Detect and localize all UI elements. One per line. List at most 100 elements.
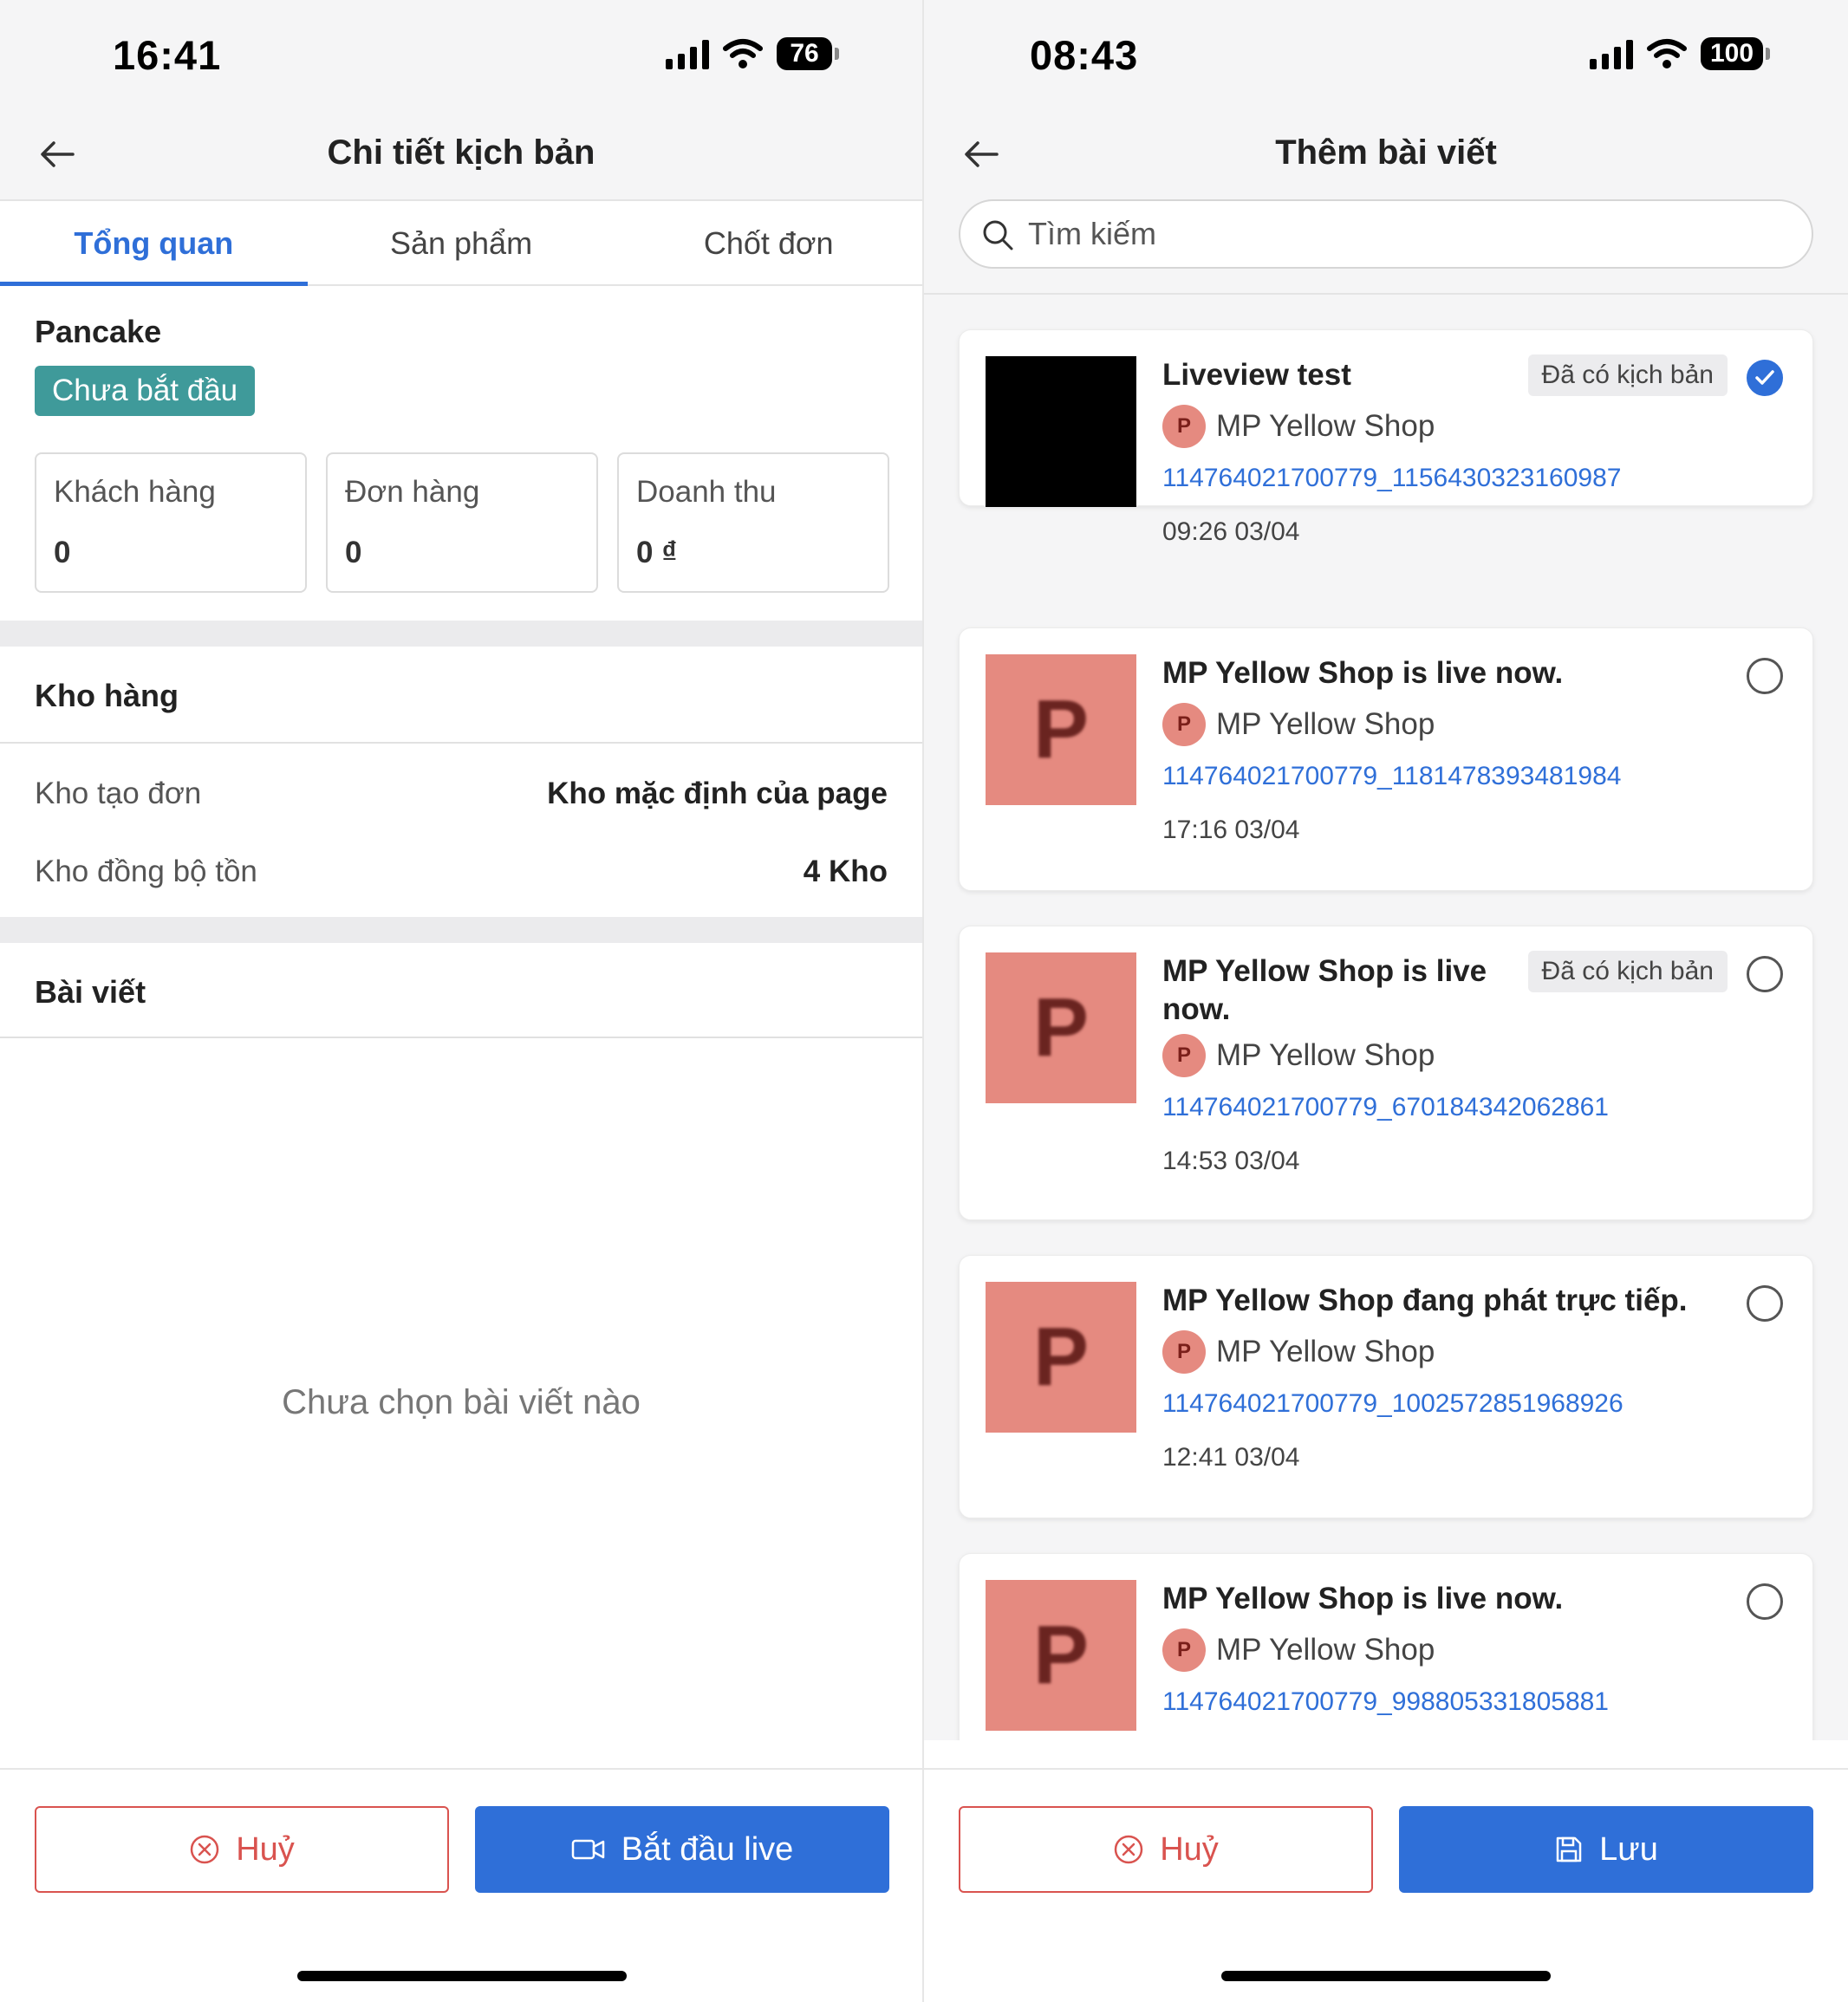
post-time: 14:53 03/04 — [1162, 1147, 1300, 1175]
shop-avatar: P — [1162, 1034, 1206, 1077]
shop-name: MP Yellow Shop — [1216, 1038, 1435, 1072]
post-thumbnail: P — [986, 1282, 1136, 1433]
status-bar: 16:41 76 — [0, 0, 922, 113]
warehouse-title: Kho hàng — [35, 678, 179, 713]
search-bar — [959, 199, 1813, 269]
status-time: 08:43 — [1030, 32, 1139, 78]
select-radio[interactable] — [1747, 360, 1783, 396]
cancel-button[interactable]: Huỷ — [959, 1806, 1373, 1893]
check-icon — [1755, 370, 1774, 385]
post-shop: P MP Yellow Shop — [1162, 703, 1435, 746]
shop-name: MP Yellow Shop — [1216, 707, 1435, 741]
search-input[interactable] — [1028, 211, 1773, 257]
warehouse-sync-row: Kho đồng bộ tồn 4 Kho — [35, 846, 888, 898]
section-divider — [0, 917, 922, 943]
cancel-label: Huỷ — [1160, 1830, 1219, 1868]
select-radio[interactable] — [1747, 1285, 1783, 1322]
post-shop: P MP Yellow Shop — [1162, 405, 1435, 448]
post-id-link[interactable]: 114764021700779_1002572851968926 — [1162, 1389, 1624, 1419]
tab-bar: Tổng quan Sản phẩm Chốt đơn — [0, 199, 922, 286]
row-key: Kho tạo đơn — [35, 777, 202, 810]
stat-revenue: Doanh thu 0 ₫ — [617, 452, 889, 593]
post-title: Liveview test — [1162, 358, 1351, 392]
stat-label: Doanh thu — [636, 475, 777, 509]
battery-icon: 76 — [777, 37, 839, 70]
video-camera-icon — [571, 1839, 604, 1860]
post-time: 17:16 03/04 — [1162, 816, 1300, 844]
tab-products[interactable]: Sản phẩm — [308, 201, 615, 284]
post-thumbnail: P — [986, 654, 1136, 805]
has-script-tag: Đã có kịch bản — [1527, 951, 1728, 992]
select-radio[interactable] — [1747, 956, 1783, 992]
floppy-disk-icon — [1556, 1836, 1582, 1862]
divider — [0, 742, 922, 744]
page-title: Chi tiết kịch bản — [327, 133, 595, 172]
shop-avatar: P — [1162, 703, 1206, 746]
post-title: MP Yellow Shop đang phát trực tiếp. — [1162, 1284, 1688, 1317]
save-button[interactable]: Lưu — [1399, 1806, 1813, 1893]
status-bar: 08:43 100 — [924, 0, 1848, 113]
battery-icon: 100 — [1701, 37, 1770, 70]
select-radio[interactable] — [1747, 1583, 1783, 1620]
shop-avatar: P — [1162, 1628, 1206, 1672]
circle-x-icon — [190, 1835, 219, 1864]
status-icons: 100 — [1590, 36, 1770, 71]
stat-orders: Đơn hàng 0 — [326, 452, 598, 593]
post-shop: P MP Yellow Shop — [1162, 1628, 1435, 1672]
shop-avatar: P — [1162, 405, 1206, 448]
post-card[interactable]: P MP Yellow Shop đang phát trực tiếp. P … — [959, 1255, 1813, 1518]
start-live-label: Bắt đầu live — [621, 1830, 794, 1868]
thumbnail-letter: P — [1032, 1310, 1090, 1403]
stat-customers: Khách hàng 0 — [35, 452, 307, 593]
stat-label: Khách hàng — [54, 475, 216, 509]
post-id-link[interactable]: 114764021700779_998805331805881 — [1162, 1687, 1609, 1717]
has-script-tag: Đã có kịch bản — [1527, 354, 1728, 396]
cancel-label: Huỷ — [236, 1830, 295, 1868]
stat-value: 0 — [54, 536, 71, 569]
post-title: MP Yellow Shop is live now. — [1162, 954, 1487, 1026]
page-name: Pancake — [35, 314, 162, 349]
tab-orders[interactable]: Chốt đơn — [615, 201, 922, 284]
action-footer: Huỷ Bắt đầu live — [0, 1768, 922, 2002]
circle-x-icon — [1114, 1835, 1143, 1864]
post-title: MP Yellow Shop is live now. — [1162, 656, 1564, 690]
post-card[interactable]: Liveview test Đã có kịch bản P MP Yellow… — [959, 329, 1813, 546]
status-badge: Chưa bắt đầu — [35, 366, 256, 416]
signal-icon — [1590, 38, 1633, 69]
shop-name: MP Yellow Shop — [1216, 1335, 1435, 1368]
stat-label: Đơn hàng — [345, 475, 480, 509]
post-id-link[interactable]: 114764021700779_1156430323160987 — [1162, 464, 1621, 493]
select-radio[interactable] — [1747, 658, 1783, 694]
row-value: 4 Kho — [803, 855, 888, 888]
signal-icon — [666, 38, 709, 69]
start-live-button[interactable]: Bắt đầu live — [475, 1806, 889, 1893]
divider — [0, 1037, 922, 1038]
wifi-icon — [1647, 39, 1687, 68]
post-title: MP Yellow Shop is live now. — [1162, 1582, 1564, 1615]
wifi-icon — [723, 39, 763, 68]
section-divider — [0, 621, 922, 647]
row-key: Kho đồng bộ tồn — [35, 855, 257, 888]
post-id-link[interactable]: 114764021700779_1181478393481984 — [1162, 762, 1621, 791]
post-card[interactable]: P MP Yellow Shop is live now. P MP Yello… — [959, 1553, 1813, 1740]
stat-value: 0 ₫ — [636, 536, 678, 569]
thumbnail-letter: P — [1032, 1609, 1090, 1701]
post-thumbnail: P — [986, 1580, 1136, 1731]
add-post-screen: 08:43 100 Thêm bài viết Tìm kiếm Livevie… — [924, 0, 1848, 2002]
post-card[interactable]: P MP Yellow Shop is live now. Đã có kịch… — [959, 926, 1813, 1220]
post-card[interactable]: P MP Yellow Shop is live now. P MP Yello… — [959, 627, 1813, 891]
warehouse-create-row: Kho tạo đơn Kho mặc định của page — [35, 768, 888, 820]
post-id-link[interactable]: 114764021700779_670184342062861 — [1162, 1093, 1609, 1122]
posts-title: Bài viết — [35, 974, 146, 1010]
post-time: 12:41 03/04 — [1162, 1443, 1300, 1472]
cancel-button[interactable]: Huỷ — [35, 1806, 449, 1893]
post-time: 09:26 03/04 — [1162, 517, 1300, 546]
row-value: Kho mặc định của page — [547, 777, 888, 810]
post-thumbnail — [986, 356, 1136, 507]
app-header: Thêm bài viết — [924, 113, 1848, 199]
status-time: 16:41 — [113, 32, 222, 78]
post-list: Liveview test Đã có kịch bản P MP Yellow… — [924, 295, 1848, 1740]
shop-avatar: P — [1162, 1330, 1206, 1374]
tab-overview[interactable]: Tổng quan — [0, 201, 308, 286]
home-indicator — [1221, 1971, 1551, 1981]
